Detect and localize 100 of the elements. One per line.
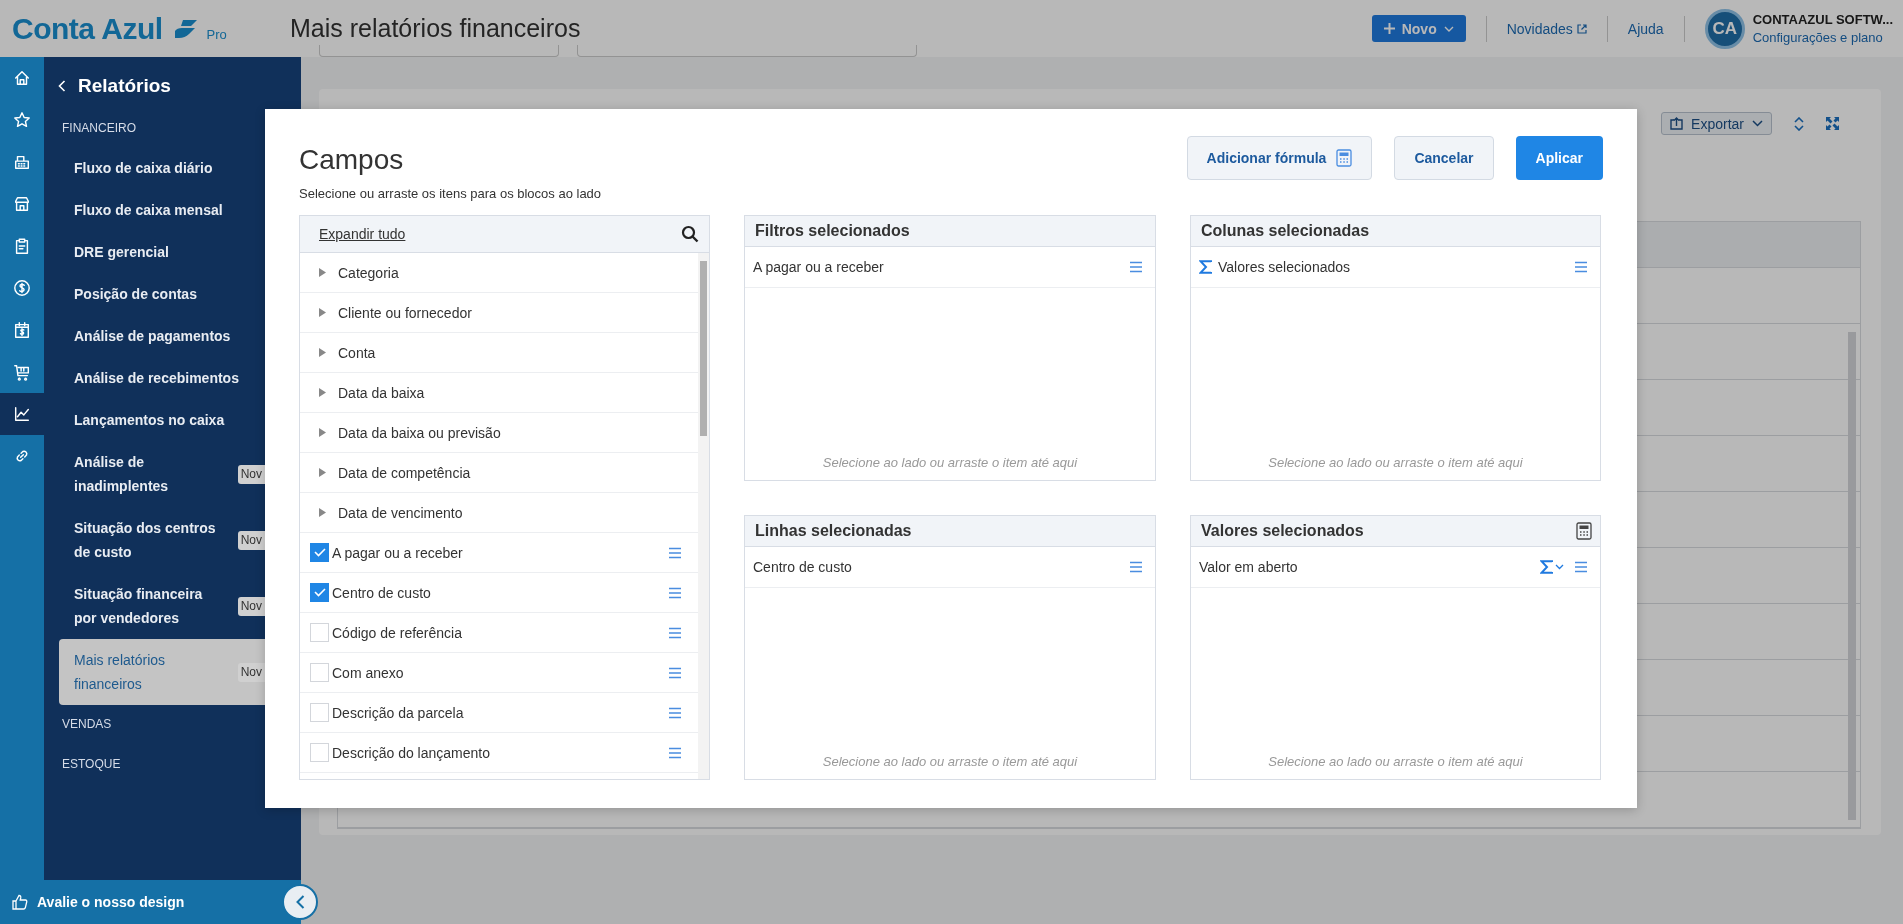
search-icon[interactable] xyxy=(681,225,699,243)
checkmark-icon xyxy=(313,548,326,557)
selected-field[interactable]: Centro de custo xyxy=(745,546,1155,588)
drag-handle-icon[interactable] xyxy=(1574,560,1588,573)
new-badge: Nov xyxy=(237,530,265,550)
field-row[interactable]: Data da baixa ou previsão xyxy=(300,413,698,453)
calculator-icon xyxy=(1576,521,1592,540)
drag-handle-icon[interactable] xyxy=(668,546,682,559)
thumbs-up-icon xyxy=(12,894,28,910)
input-field[interactable] xyxy=(577,45,917,57)
chevron-left-icon xyxy=(295,895,305,909)
add-formula-button[interactable]: Adicionar fórmula xyxy=(1186,136,1373,180)
store-icon xyxy=(13,195,31,213)
scrollbar[interactable] xyxy=(698,253,709,779)
logo-text: Conta Azul xyxy=(12,11,163,46)
avatar[interactable]: CA xyxy=(1704,8,1745,49)
calendar-dollar-icon xyxy=(13,321,31,339)
export-button[interactable]: Exportar xyxy=(1661,112,1772,135)
caret-icon xyxy=(1555,563,1564,570)
selected-field[interactable]: A pagar ou a receber xyxy=(745,247,1155,288)
cart-icon xyxy=(13,363,31,381)
dialog-title: Campos xyxy=(299,144,405,176)
field-row[interactable]: Código de referência xyxy=(300,613,698,653)
expand-triangle-icon xyxy=(319,388,326,397)
new-badge: Nov xyxy=(237,464,265,484)
header-link[interactable]: Ajuda xyxy=(1627,20,1664,37)
account-link[interactable]: Configurações e plano xyxy=(1752,30,1893,45)
drag-handle-icon[interactable] xyxy=(1574,261,1588,273)
sort-icon[interactable] xyxy=(1794,116,1804,131)
fullscreen-icon[interactable] xyxy=(1826,117,1839,130)
empty-hint: Selecione ao lado ou arraste o item até aqui xyxy=(1267,454,1524,472)
aggregate-dropdown[interactable] xyxy=(1540,559,1564,574)
nav-item[interactable]: Situação financeira por vendedores Nov xyxy=(59,573,301,639)
checkbox[interactable] xyxy=(310,543,329,562)
field-row[interactable]: Com anexo xyxy=(300,653,698,693)
apply-button[interactable]: Aplicar xyxy=(1515,136,1603,180)
expand-all-link[interactable]: Expandir tudo xyxy=(319,226,406,242)
drag-handle-icon[interactable] xyxy=(668,666,682,679)
field-row[interactable]: Data de competência xyxy=(300,453,698,493)
checkbox[interactable] xyxy=(310,583,329,602)
field-row[interactable]: A pagar ou a receber xyxy=(300,533,698,573)
field-row[interactable]: Conta xyxy=(300,333,698,373)
drag-handle-icon[interactable] xyxy=(668,586,682,599)
empty-hint: Selecione ao lado ou arraste o item até aqui xyxy=(821,454,1079,472)
drag-handle-icon[interactable] xyxy=(668,746,682,759)
panel-title: Linhas selecionadas xyxy=(755,521,912,540)
scrollbar[interactable] xyxy=(1848,332,1856,820)
caret-icon xyxy=(1443,25,1454,32)
drag-handle-icon[interactable] xyxy=(668,706,682,719)
checkmark-icon xyxy=(313,588,326,597)
field-row[interactable]: Descrição da parcela xyxy=(300,693,698,733)
field-row[interactable]: Cliente ou fornecedor xyxy=(300,293,698,333)
selected-field[interactable]: Valor em aberto xyxy=(1191,546,1600,588)
field-row[interactable]: Data da baixa xyxy=(300,373,698,413)
field-row[interactable]: Data de vencimento xyxy=(300,493,698,533)
dialog-subtitle: Selecione ou arraste os itens para os blocos ao lado xyxy=(299,186,602,201)
cancel-button[interactable]: Cancelar xyxy=(1394,136,1494,180)
field-row[interactable]: Categoria xyxy=(300,253,698,293)
page-title: Mais relatórios financeiros xyxy=(290,14,581,43)
new-badge: Nov xyxy=(237,596,265,616)
header-link[interactable]: Novidades xyxy=(1506,20,1587,37)
panel-title: Colunas selecionadas xyxy=(1201,222,1370,240)
back-chevron-icon xyxy=(58,80,66,92)
panel-title: Valores selecionados xyxy=(1201,521,1364,540)
calculator-icon xyxy=(1336,149,1353,167)
selected-field[interactable]: Valores selecionados xyxy=(1191,247,1600,288)
plus-icon xyxy=(1383,23,1395,34)
empty-hint: Selecione ao lado ou arraste o item até aqui xyxy=(1267,754,1524,771)
home-icon xyxy=(13,69,31,87)
dollar-coin-icon xyxy=(13,279,31,297)
expand-triangle-icon xyxy=(319,268,326,277)
expand-triangle-icon xyxy=(319,348,326,357)
back-link[interactable]: Relatórios xyxy=(44,59,301,109)
nav-item[interactable]: Análise de inadimplentes Nov xyxy=(59,441,301,507)
input-field[interactable] xyxy=(319,45,559,57)
star-icon xyxy=(13,111,31,129)
field-row[interactable]: Descrição do lançamento xyxy=(300,733,698,773)
drag-handle-icon[interactable] xyxy=(1129,261,1143,273)
feedback-bar[interactable]: Avalie o nosso design xyxy=(0,880,301,924)
drag-handle-icon[interactable] xyxy=(668,626,682,639)
new-button[interactable]: Novo xyxy=(1371,15,1466,42)
rail-item[interactable] xyxy=(0,393,44,435)
clipboard-icon xyxy=(13,237,31,255)
expand-triangle-icon xyxy=(319,508,326,517)
external-link-icon xyxy=(1576,23,1587,34)
nav-item[interactable]: Situação dos centros de custo Nov xyxy=(59,507,301,573)
drag-handle-icon[interactable] xyxy=(1129,560,1143,573)
sum-icon xyxy=(1199,260,1212,274)
panel-title: Filtros selecionados xyxy=(755,222,910,240)
cash-register-icon xyxy=(13,153,31,171)
logo-suffix: Pro xyxy=(206,27,227,42)
field-row[interactable]: Centro de custo xyxy=(300,573,698,613)
collapse-button[interactable] xyxy=(282,884,318,920)
caret-icon xyxy=(1752,120,1763,127)
expand-triangle-icon xyxy=(319,428,326,437)
empty-hint: Selecione ao lado ou arraste o item até aqui xyxy=(821,754,1079,771)
expand-triangle-icon xyxy=(319,468,326,477)
expand-triangle-icon xyxy=(319,308,326,317)
account-name: CONTAAZUL SOFTW... xyxy=(1752,12,1893,27)
upload-icon xyxy=(1670,117,1684,130)
